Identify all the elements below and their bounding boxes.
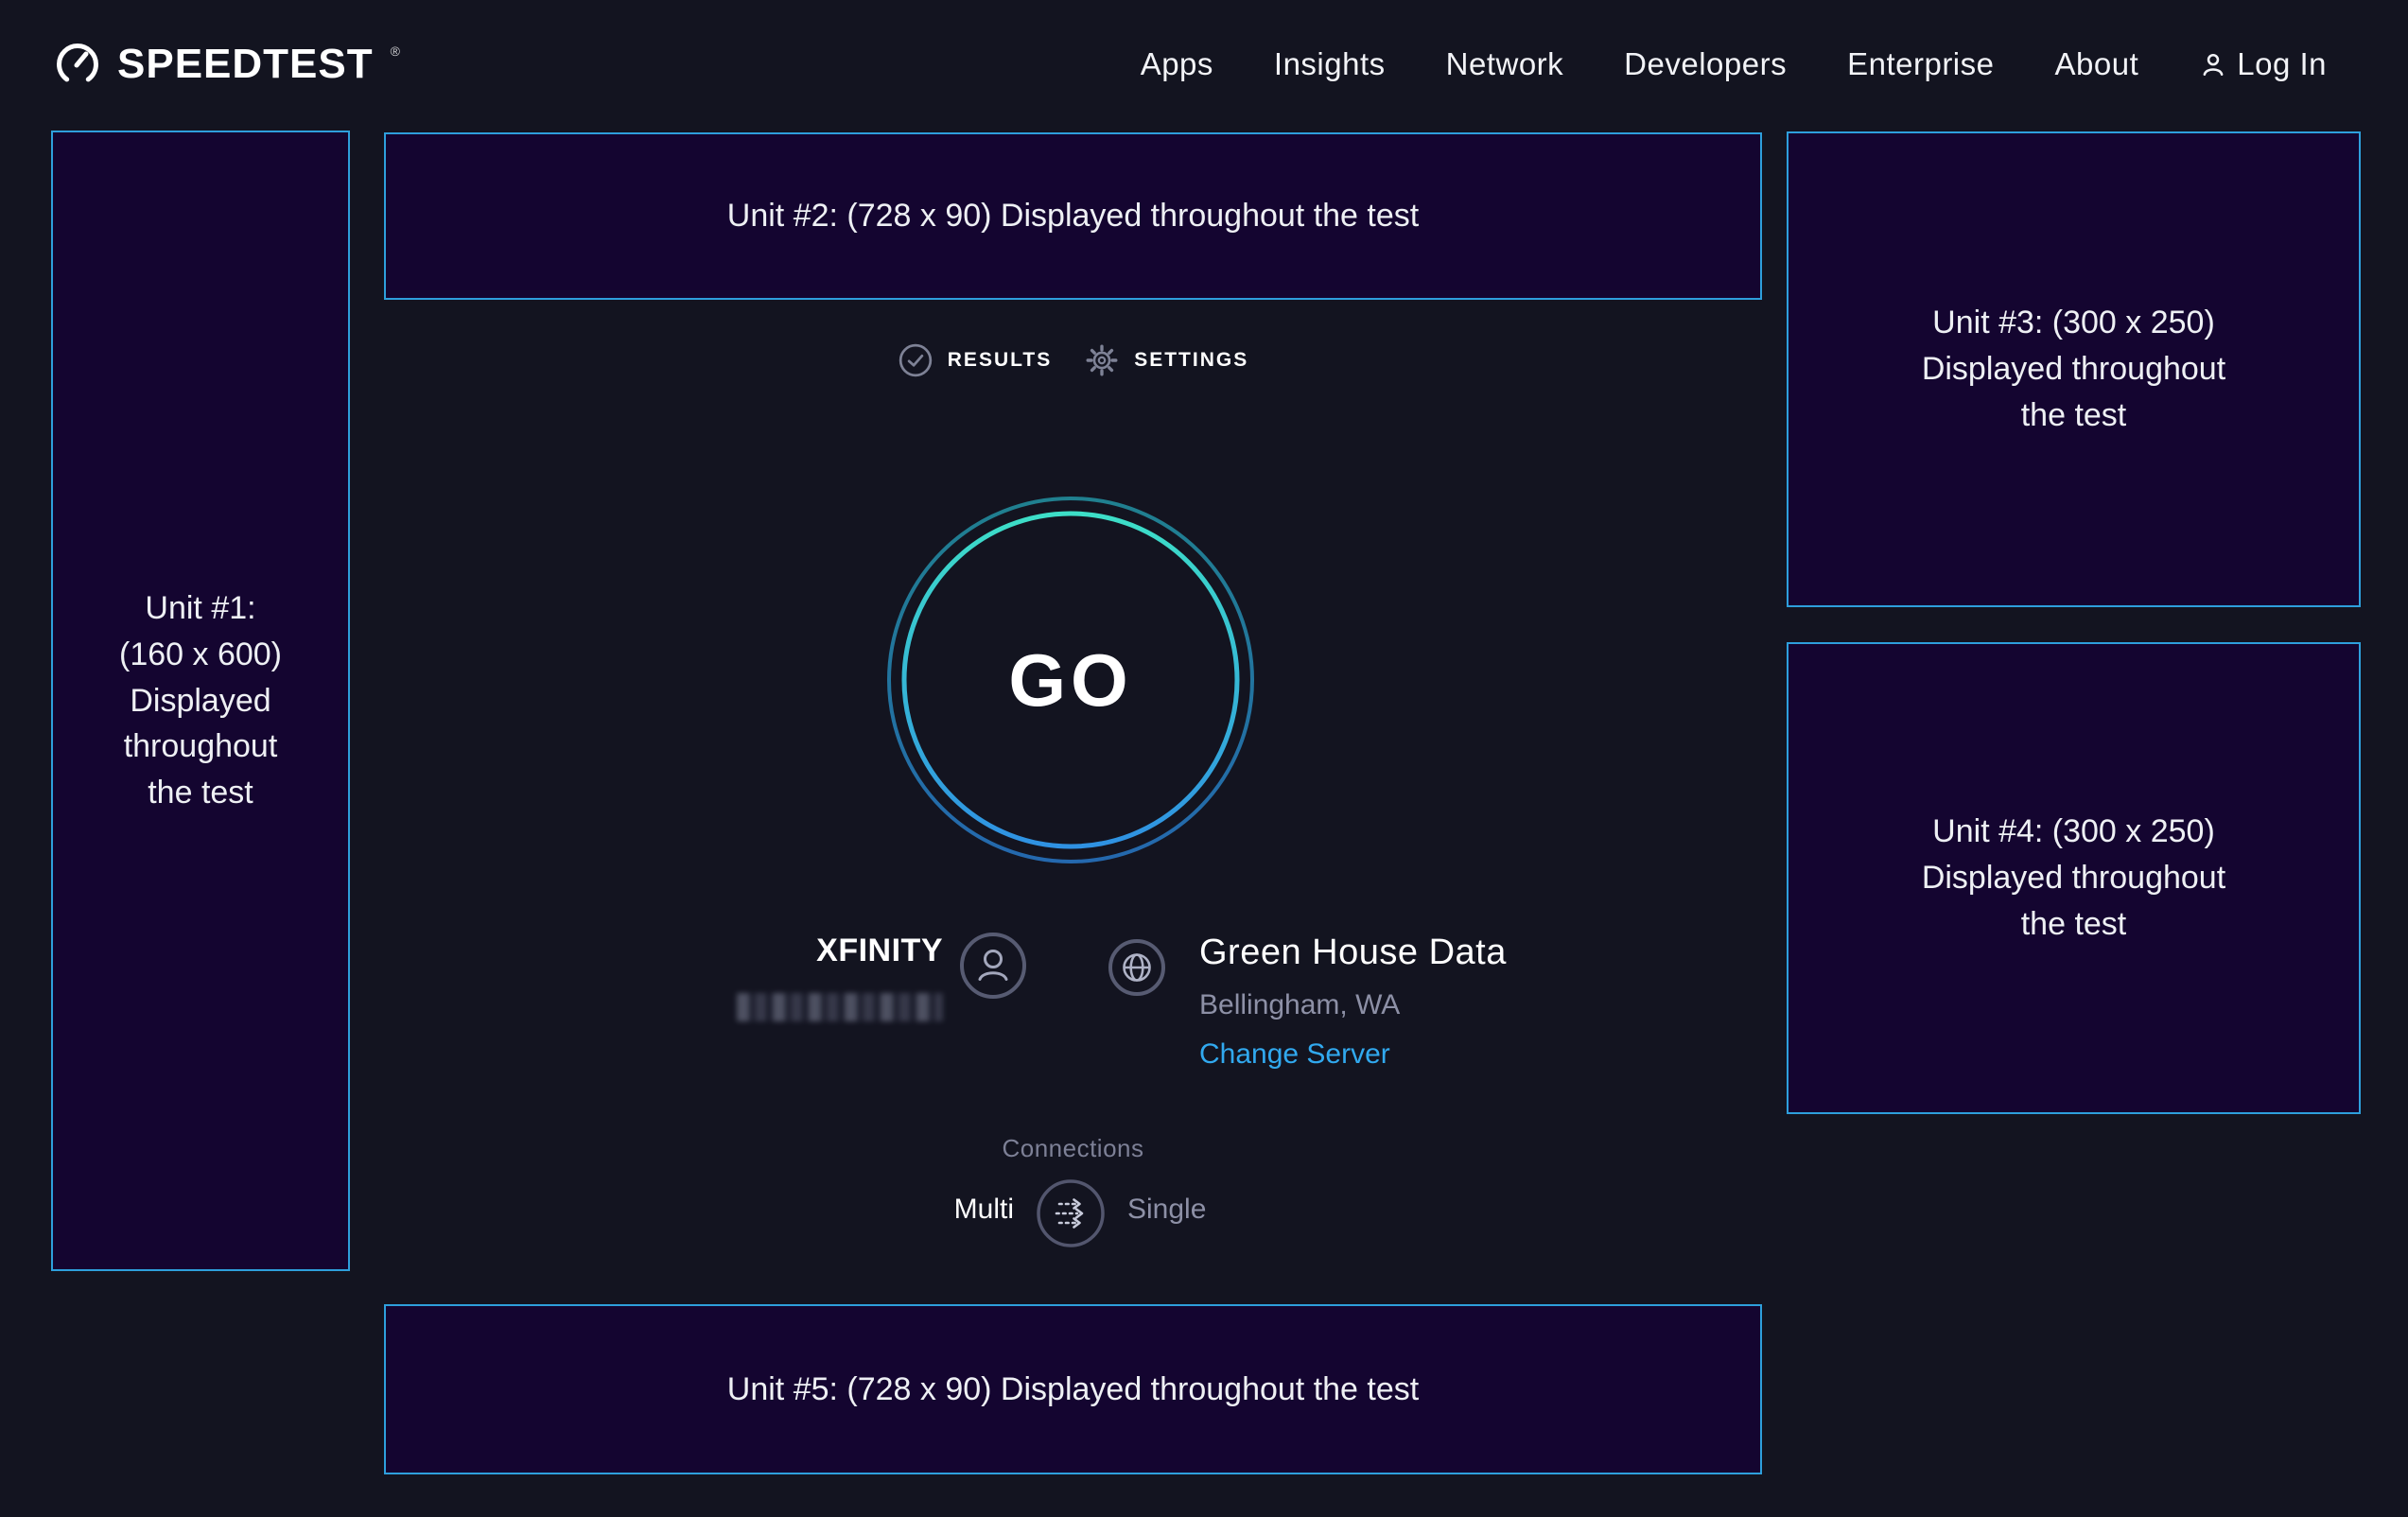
isp-user-circle-icon: [959, 932, 1027, 1000]
isp-ip-redacted: [737, 993, 943, 1021]
nav-item-enterprise[interactable]: Enterprise: [1847, 46, 1994, 82]
user-icon: [2199, 50, 2227, 78]
connections-title: Connections: [384, 1134, 1762, 1163]
tab-results-label: RESULTS: [948, 341, 1052, 379]
ad-unit-5-text: Unit #5: (728 x 90) Displayed throughout…: [727, 1367, 1419, 1413]
ad-unit-2-text: Unit #2: (728 x 90) Displayed throughout…: [727, 193, 1419, 239]
nav-item-apps[interactable]: Apps: [1141, 46, 1213, 82]
go-button[interactable]: GO: [886, 496, 1255, 864]
connections-single-label[interactable]: Single: [1127, 1194, 1206, 1226]
tab-settings[interactable]: SETTINGS: [1084, 341, 1248, 379]
tab-settings-label: SETTINGS: [1134, 341, 1248, 379]
ad-unit-3-text: Unit #3: (300 x 250) Displayed throughou…: [1922, 300, 2225, 439]
server-name: Green House Data: [1199, 931, 1507, 974]
multi-connection-icon: [1036, 1178, 1106, 1248]
gear-icon: [1084, 342, 1120, 378]
gauge-logo-icon: [53, 40, 102, 89]
check-circle-icon: [898, 342, 934, 378]
nav-item-network[interactable]: Network: [1446, 46, 1564, 82]
ad-unit-3[interactable]: Unit #3: (300 x 250) Displayed throughou…: [1787, 131, 2361, 607]
ad-unit-1[interactable]: Unit #1: (160 x 600) Displayed throughou…: [51, 131, 350, 1271]
speedtest-logo[interactable]: SPEEDTEST ®: [53, 38, 400, 91]
isp-name: XFINITY: [816, 931, 943, 970]
server-location: Bellingham, WA: [1199, 987, 1400, 1023]
login-label: Log In: [2237, 46, 2327, 82]
speedtest-page: { "colors": { "page_bg": "#131420", "ad_…: [0, 0, 2408, 1517]
connections-toggle[interactable]: [1036, 1178, 1106, 1248]
go-label: GO: [886, 496, 1255, 864]
results-settings-tabs: RESULTS SETTINGS: [384, 341, 1762, 379]
nav-item-about[interactable]: About: [2055, 46, 2139, 82]
server-globe-icon: [1108, 938, 1166, 997]
ad-unit-4[interactable]: Unit #4: (300 x 250) Displayed throughou…: [1787, 642, 2361, 1114]
login-button[interactable]: Log In: [2199, 46, 2327, 82]
nav-item-insights[interactable]: Insights: [1274, 46, 1386, 82]
logo-text: SPEEDTEST: [117, 41, 374, 88]
connections-multi-label[interactable]: Multi: [954, 1194, 1014, 1226]
nav-item-developers[interactable]: Developers: [1624, 46, 1787, 82]
logo-trademark: ®: [391, 44, 400, 59]
main-nav: Apps Insights Network Developers Enterpr…: [1141, 0, 2327, 129]
ad-unit-1-text: Unit #1: (160 x 600) Displayed throughou…: [119, 585, 282, 817]
ad-unit-4-text: Unit #4: (300 x 250) Displayed throughou…: [1922, 809, 2225, 948]
ad-unit-5[interactable]: Unit #5: (728 x 90) Displayed throughout…: [384, 1304, 1762, 1474]
change-server-link[interactable]: Change Server: [1199, 1037, 1390, 1072]
ad-unit-2[interactable]: Unit #2: (728 x 90) Displayed throughout…: [384, 132, 1762, 300]
tab-results[interactable]: RESULTS: [898, 341, 1052, 379]
